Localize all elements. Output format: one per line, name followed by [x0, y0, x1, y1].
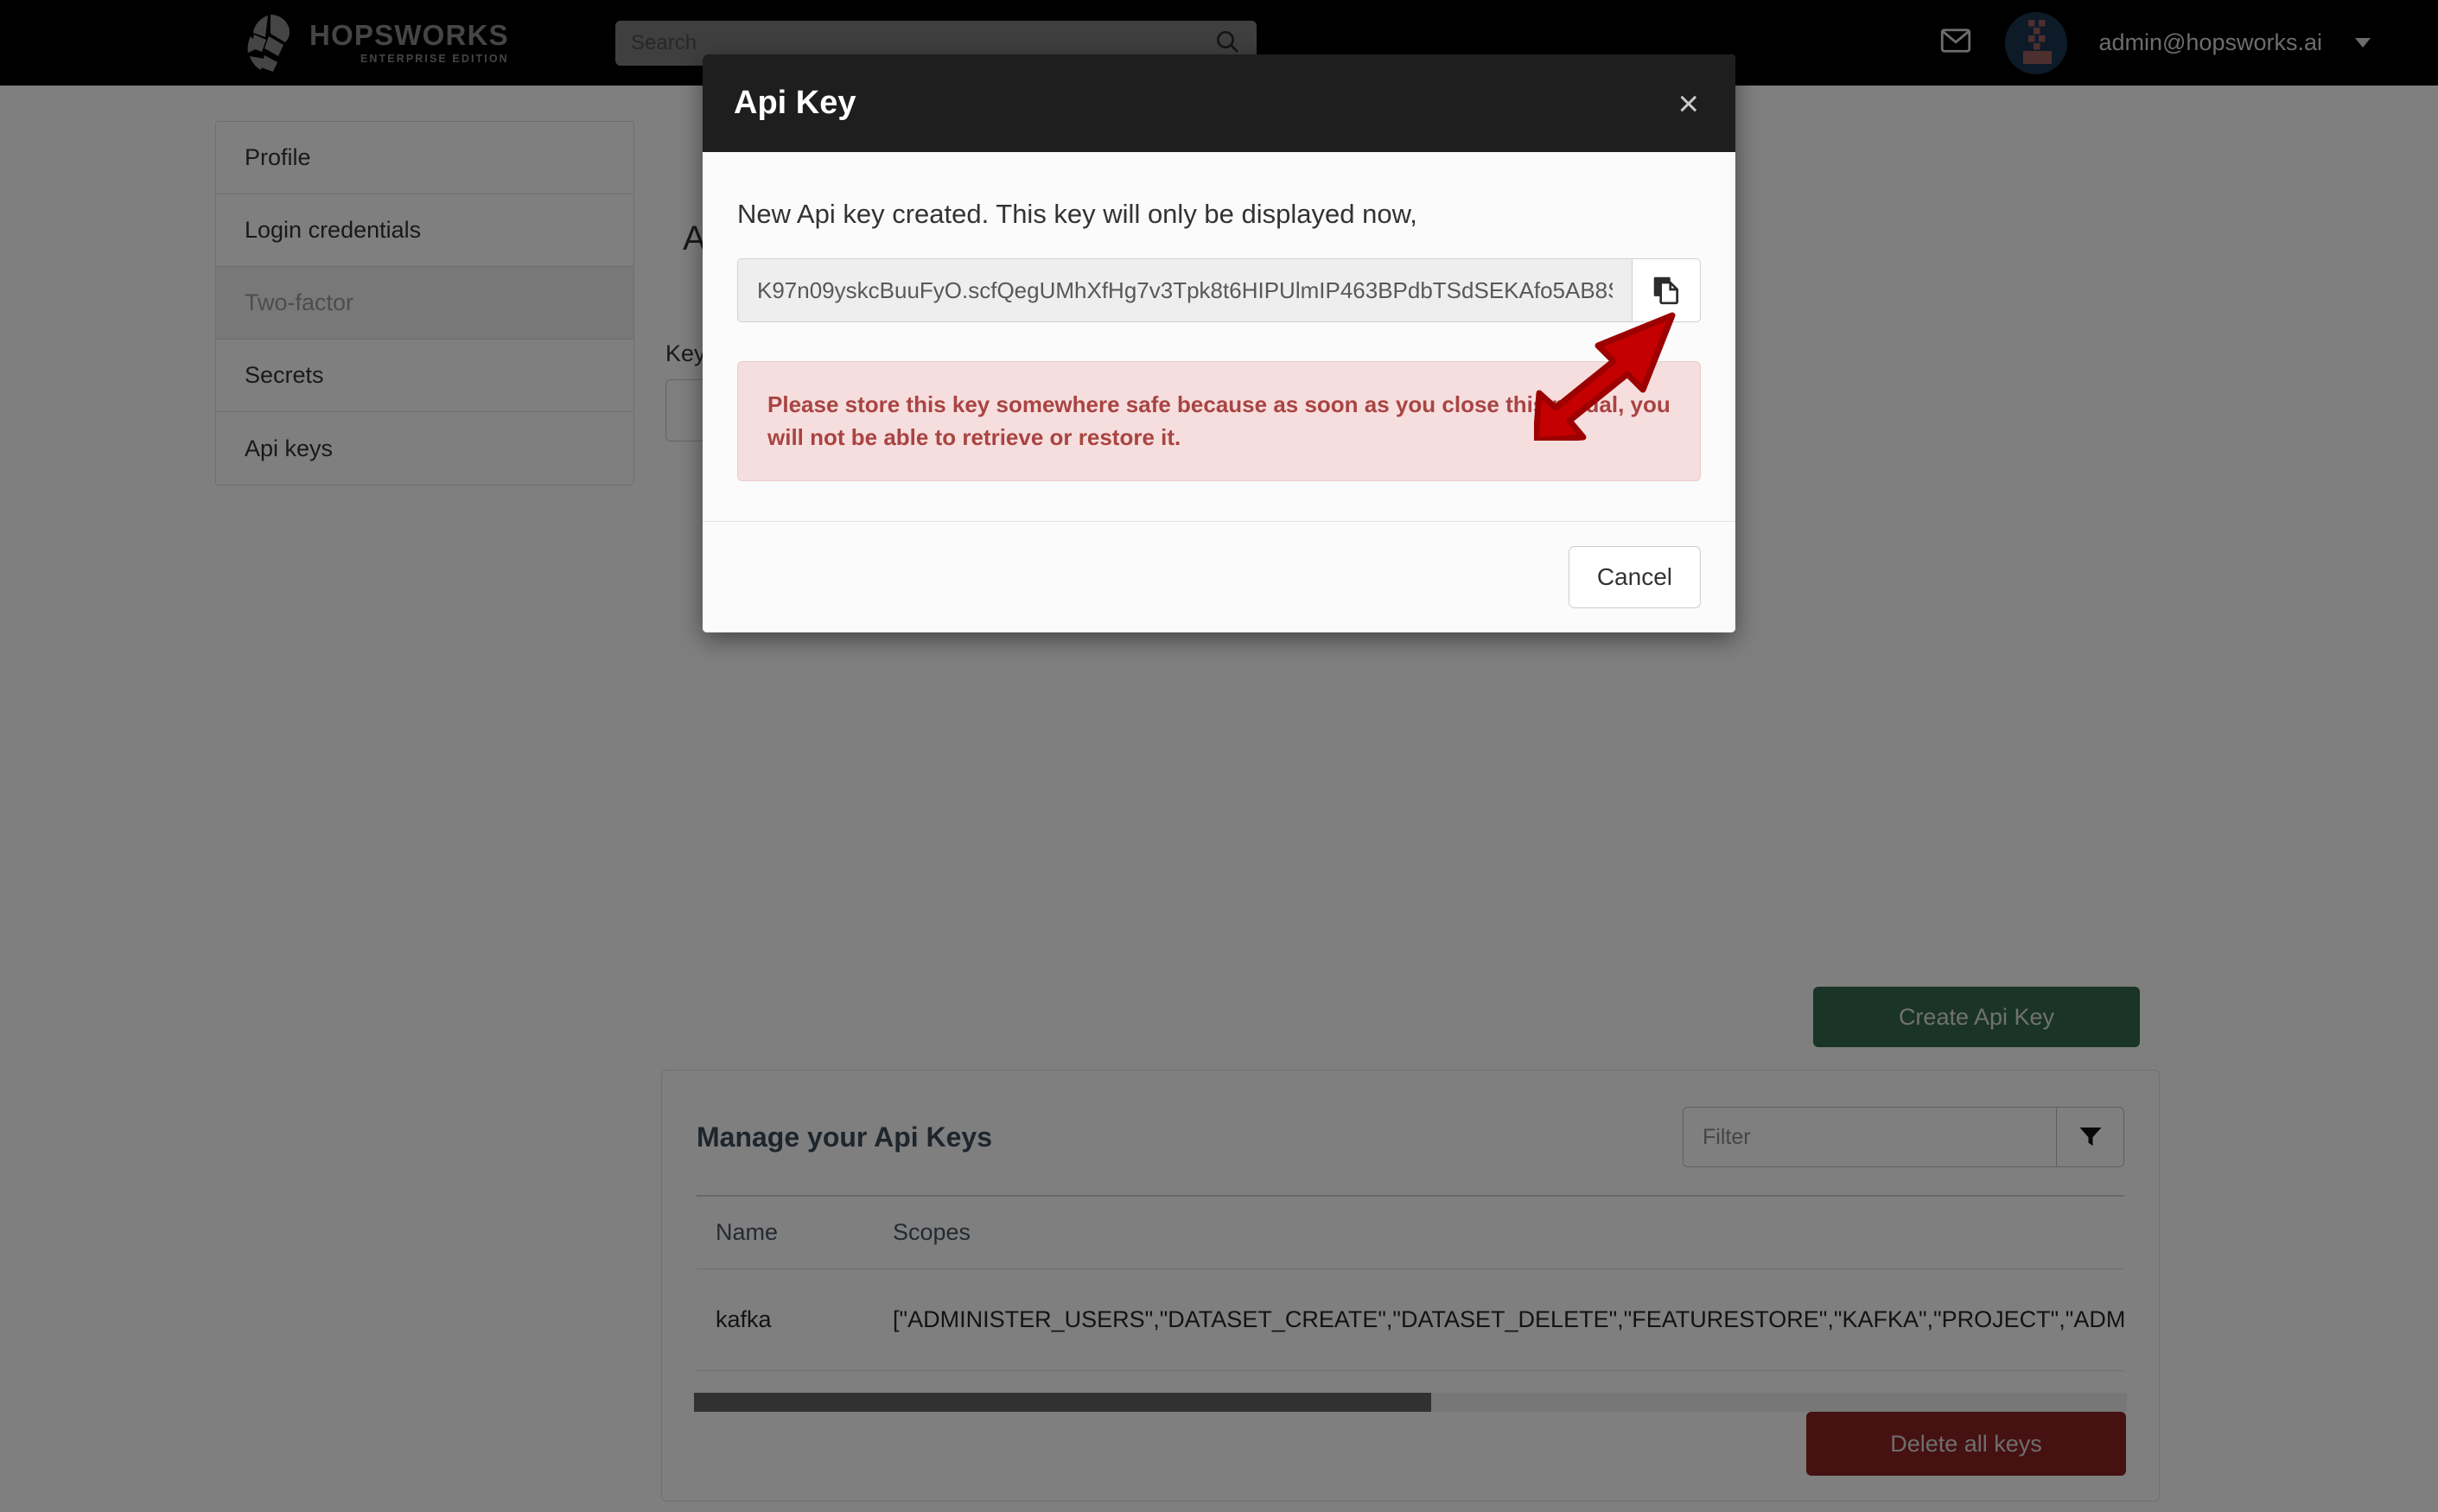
modal-body: New Api key created. This key will only … — [703, 152, 1735, 521]
modal-header: Api Key × — [703, 54, 1735, 152]
close-icon[interactable]: × — [1672, 86, 1704, 122]
copy-to-clipboard-button[interactable] — [1632, 258, 1701, 322]
copy-icon — [1650, 273, 1683, 308]
api-key-modal: Api Key × New Api key created. This key … — [703, 54, 1735, 632]
cancel-button[interactable]: Cancel — [1569, 546, 1701, 608]
store-key-warning: Please store this key somewhere safe bec… — [737, 361, 1701, 481]
api-key-input[interactable] — [737, 258, 1632, 322]
modal-footer: Cancel — [703, 521, 1735, 632]
modal-message: New Api key created. This key will only … — [737, 199, 1701, 230]
modal-title: Api Key — [734, 85, 856, 122]
api-key-field-group — [737, 258, 1701, 322]
